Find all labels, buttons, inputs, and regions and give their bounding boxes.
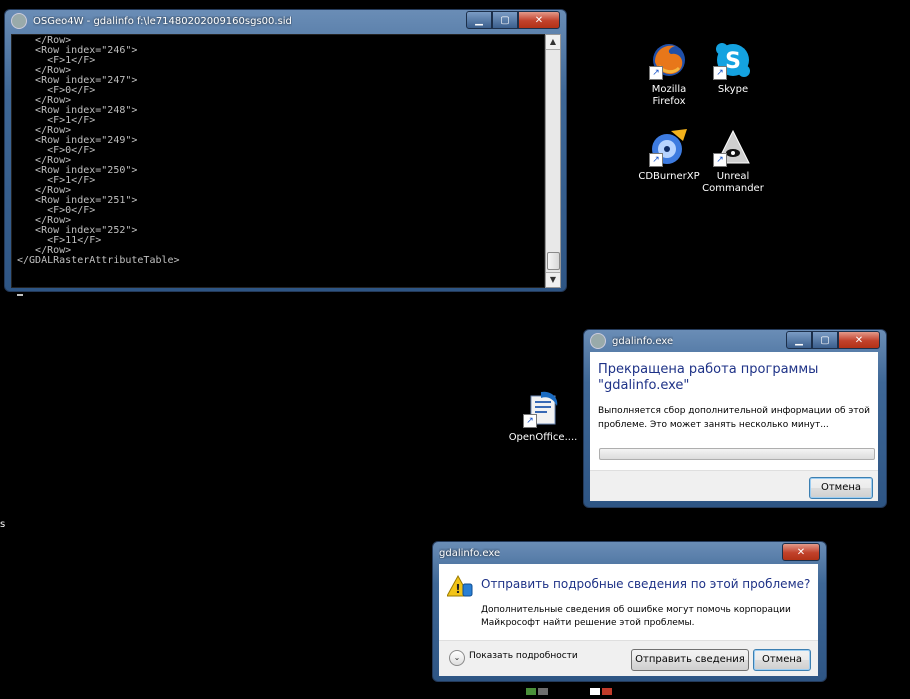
desktop-icon-cdburnerxp[interactable]: ↗ CDBurnerXP bbox=[634, 127, 704, 183]
collect-info-progress-bar bbox=[599, 448, 875, 460]
unreal-commander-icon: ↗ bbox=[713, 127, 753, 167]
desktop-icon-label: CDBurnerXP bbox=[638, 171, 700, 182]
dialog1-content: Прекращена работа программы "gdalinfo.ex… bbox=[590, 352, 878, 501]
text-cursor bbox=[17, 294, 23, 296]
desktop-icon-firefox[interactable]: ↗ Mozilla Firefox bbox=[634, 40, 704, 108]
partial-desktop-icon[interactable] bbox=[588, 680, 618, 695]
close-button[interactable]: ✕ bbox=[838, 331, 880, 349]
minimize-button[interactable]: ▁ bbox=[786, 331, 812, 349]
svg-text:S: S bbox=[725, 49, 741, 74]
desktop-icon-unreal-commander[interactable]: ↗ Unreal Commander bbox=[698, 127, 768, 195]
dialog1-footer: Отмена bbox=[590, 470, 878, 501]
desktop-icon-label: Mozilla Firefox bbox=[651, 84, 687, 107]
maximize-icon: ▢ bbox=[820, 334, 830, 346]
close-button[interactable]: ✕ bbox=[782, 543, 820, 561]
shortcut-arrow-icon: ↗ bbox=[713, 153, 727, 167]
stopped-working-dialog: gdalinfo.exe ▁ ▢ ✕ Прекращена работа про… bbox=[583, 329, 887, 508]
scroll-down-arrow-icon[interactable]: ▼ bbox=[546, 272, 560, 287]
dialog1-title: gdalinfo.exe bbox=[612, 335, 674, 347]
minimize-icon: ▁ bbox=[795, 334, 803, 346]
console-title: OSGeo4W - gdalinfo f:\le71480202009160sg… bbox=[33, 15, 292, 27]
dialog1-titlebar[interactable]: gdalinfo.exe ▁ ▢ ✕ bbox=[584, 330, 886, 352]
console-output: </Row> <Row index="246"> <F>1</F> </Row>… bbox=[12, 35, 544, 296]
shortcut-arrow-icon: ↗ bbox=[523, 414, 537, 428]
dialog2-content: ! Отправить подробные сведения по этой п… bbox=[439, 564, 818, 676]
scroll-up-arrow-icon[interactable]: ▲ bbox=[546, 35, 560, 50]
app-icon bbox=[590, 333, 606, 349]
desktop-icon-openoffice[interactable]: ↗ OpenOffice.... bbox=[508, 388, 578, 444]
minimize-icon: ▁ bbox=[475, 14, 483, 26]
dialog2-footer: ⌄ Показать подробности Отправить сведени… bbox=[439, 640, 818, 676]
desktop-icon-label: Skype bbox=[717, 84, 749, 95]
dialog1-info: Выполняется сбор дополнительной информац… bbox=[598, 406, 870, 430]
osgeo4w-icon bbox=[11, 13, 27, 29]
stray-desktop-text: s bbox=[0, 519, 6, 530]
dialog2-titlebar[interactable]: gdalinfo.exe ✕ bbox=[433, 542, 826, 564]
minimize-button[interactable]: ▁ bbox=[466, 11, 492, 29]
cancel-button[interactable]: Отмена bbox=[809, 477, 873, 499]
console-titlebar[interactable]: OSGeo4W - gdalinfo f:\le71480202009160sg… bbox=[5, 10, 566, 32]
console-scrollbar[interactable]: ▲ ▼ bbox=[545, 34, 561, 288]
show-details-link[interactable]: Показать подробности bbox=[469, 651, 578, 661]
console-window: OSGeo4W - gdalinfo f:\le71480202009160sg… bbox=[4, 9, 567, 296]
maximize-button[interactable]: ▢ bbox=[812, 331, 838, 349]
dialog2-heading: Отправить подробные сведения по этой про… bbox=[481, 577, 811, 591]
desktop-icon-label: OpenOffice.... bbox=[508, 432, 578, 443]
dialog1-heading: Прекращена работа программы "gdalinfo.ex… bbox=[598, 362, 819, 393]
dialog2-info: Дополнительные сведения об ошибке могут … bbox=[481, 605, 791, 628]
desktop-icon-label: Unreal Commander bbox=[702, 171, 764, 194]
cdburnerxp-icon: ↗ bbox=[649, 127, 689, 167]
shortcut-arrow-icon: ↗ bbox=[649, 66, 663, 80]
cancel-button[interactable]: Отмена bbox=[753, 649, 811, 671]
shortcut-arrow-icon: ↗ bbox=[649, 153, 663, 167]
console-output-area[interactable]: </Row> <Row index="246"> <F>1</F> </Row>… bbox=[11, 34, 545, 296]
openoffice-icon: ↗ bbox=[523, 388, 563, 428]
desktop-icon-skype[interactable]: S ↗ Skype bbox=[698, 40, 768, 96]
close-icon: ✕ bbox=[534, 14, 544, 26]
skype-icon: S ↗ bbox=[713, 40, 753, 80]
scroll-thumb[interactable] bbox=[547, 252, 560, 270]
send-details-button[interactable]: Отправить сведения bbox=[631, 649, 749, 671]
close-icon: ✕ bbox=[796, 546, 806, 558]
console-line: </GDALRasterAttributeTable> bbox=[17, 255, 180, 266]
close-button[interactable]: ✕ bbox=[518, 11, 560, 29]
warning-shield-icon: ! bbox=[446, 574, 473, 598]
shortcut-arrow-icon: ↗ bbox=[713, 66, 727, 80]
partial-desktop-icon[interactable] bbox=[524, 680, 554, 695]
chevron-down-icon[interactable]: ⌄ bbox=[449, 650, 465, 666]
send-details-dialog: gdalinfo.exe ✕ ! Отправить подробные све… bbox=[432, 541, 827, 682]
maximize-icon: ▢ bbox=[500, 14, 510, 26]
close-icon: ✕ bbox=[854, 334, 864, 346]
dialog2-title: gdalinfo.exe bbox=[439, 547, 501, 559]
maximize-button[interactable]: ▢ bbox=[492, 11, 518, 29]
firefox-icon: ↗ bbox=[649, 40, 689, 80]
svg-text:!: ! bbox=[455, 582, 460, 596]
